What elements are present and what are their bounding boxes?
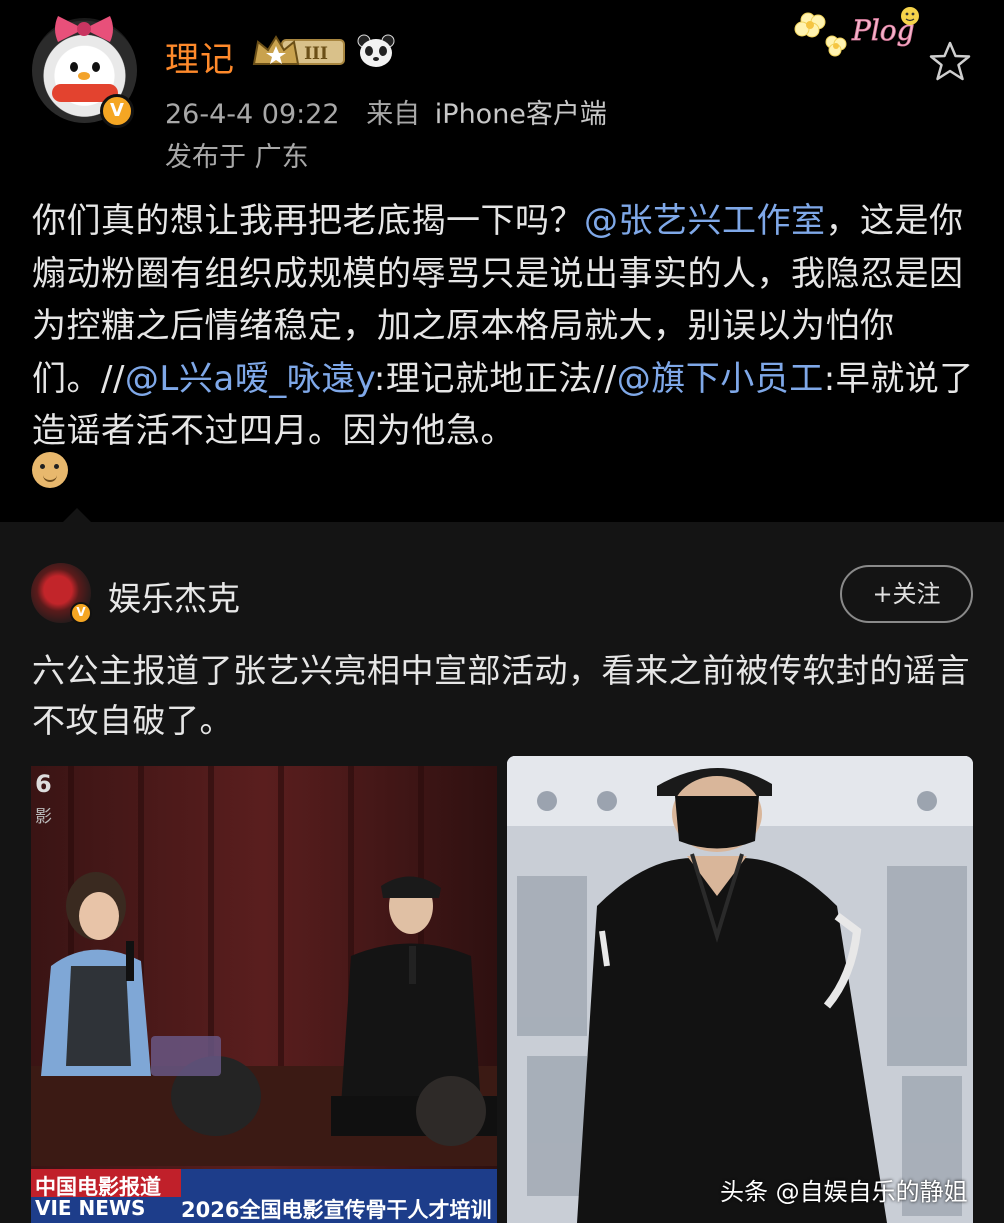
tv-channel-sub: 影 [35, 807, 52, 827]
verified-icon: V [100, 94, 134, 128]
news-caption-brand: VIE NEWS [35, 1196, 146, 1220]
watermark: 头条 @自娱自乐的静姐 [720, 1178, 968, 1206]
event-photo [31, 766, 497, 1223]
news-caption-event: 2026全国电影宣传骨干人才培训 [181, 1198, 492, 1222]
airport-photo [507, 756, 973, 1223]
plog-sticker: Plog [794, 7, 919, 57]
post-text: 你们真的想让我再把老底揭一下吗？@张艺兴工作室，这是你煽动粉圈有组织成规模的辱骂… [32, 195, 982, 458]
post-meta: 26-4-4 09:22 来自 iPhone客户端 [165, 92, 607, 131]
follow-button[interactable]: +关注 [840, 565, 973, 623]
mention-link[interactable]: @旗下小员工 [617, 359, 824, 399]
retweet-text: 六公主报道了张艺兴亮相中宣部活动，看来之前被传软封的谣言不攻自破了。 [32, 651, 970, 740]
mention-link[interactable]: @L兴a嗳_咏遠y [125, 359, 374, 399]
source-prefix: 来自 [366, 99, 421, 130]
post-timestamp: 26-4-4 09:22 [165, 99, 340, 130]
retweet-pointer [62, 508, 92, 523]
source-device[interactable]: iPhone客户端 [435, 99, 607, 130]
retweet-author-name[interactable]: 娱乐杰克 [108, 572, 240, 620]
verified-icon: V [70, 602, 92, 624]
post-location: 发布于 广东 [165, 142, 309, 173]
panda-icon [357, 34, 395, 67]
post-header: V 理记 III 26-4-4 09:22 来自 iPhone客户端 发布于 广… [0, 0, 1004, 185]
avatar-eye [92, 62, 100, 72]
bow-icon [55, 16, 113, 42]
tv-channel-logo: 6 [35, 770, 52, 798]
post-text-segment: 你们真的想让我再把老底揭一下吗？ [32, 201, 584, 241]
doge-emoji-icon [32, 452, 68, 488]
level-badge-text: III [304, 44, 328, 64]
avatar-beak [78, 72, 90, 80]
retweet-image-airport[interactable] [507, 756, 973, 1223]
avatar-eye [70, 62, 78, 72]
star-icon[interactable] [928, 40, 972, 82]
retweet-image-event[interactable]: 6 影 中国电影报道 2026全国电影宣传骨干人才培训 VIE NEWS [31, 766, 497, 1223]
post-text-segment: :理记就地正法// [373, 358, 617, 399]
level-crown-icon: III [252, 35, 345, 65]
author-name[interactable]: 理记 [165, 32, 235, 81]
mention-link[interactable]: @张艺兴工作室 [584, 201, 826, 241]
